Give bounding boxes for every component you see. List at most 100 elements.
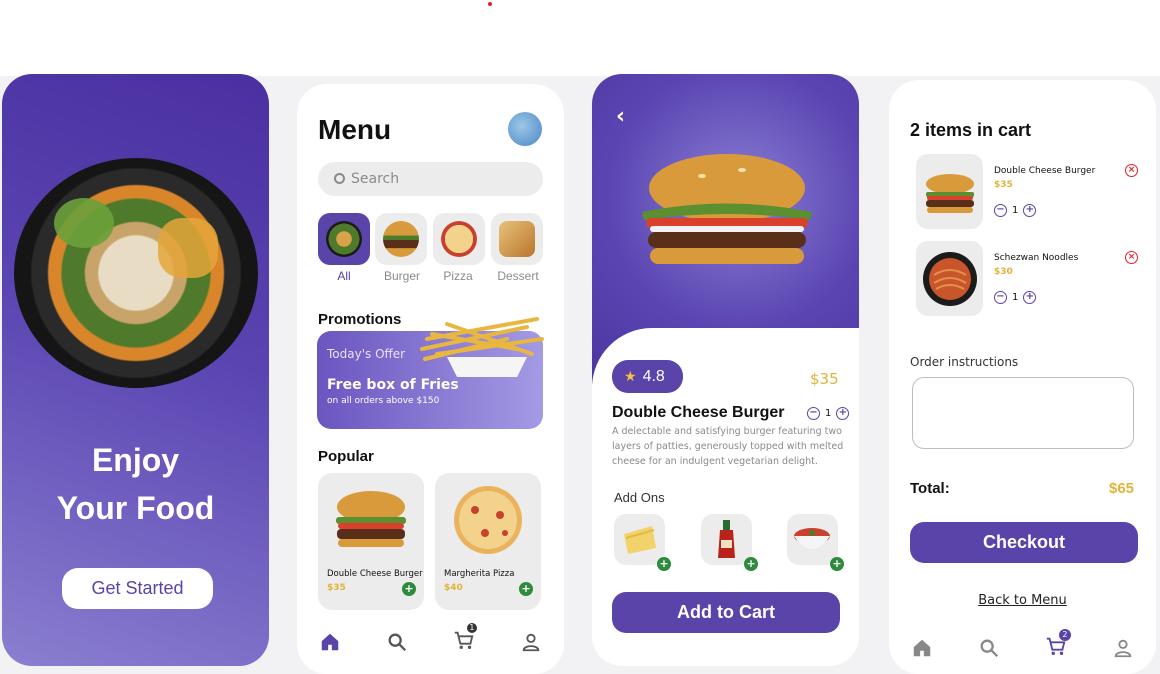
popular-item[interactable]: Double Cheese Burger $35 + (318, 473, 424, 610)
fries-icon (420, 317, 544, 377)
burger-icon (926, 174, 974, 213)
remove-item-icon[interactable]: × (1125, 251, 1138, 264)
cart-item-thumb (916, 154, 983, 229)
increment-button[interactable]: + (1023, 291, 1037, 304)
cart-item-name: Double Cheese Burger (994, 166, 1096, 176)
back-chevron-icon[interactable]: ‹ (616, 104, 625, 129)
category-label-pizza: Pizza (443, 269, 473, 283)
profile-icon[interactable] (520, 631, 542, 653)
detail-price: $35 (810, 370, 839, 388)
search-icon[interactable] (386, 631, 408, 653)
addon-item[interactable]: + (614, 514, 671, 571)
back-to-menu-link[interactable]: Back to Menu (889, 593, 1156, 608)
avatar[interactable] (508, 112, 542, 146)
addons-heading: Add Ons (614, 490, 665, 505)
star-icon: ★ (624, 368, 637, 384)
addon-item[interactable]: + (701, 514, 758, 571)
add-addon-button[interactable]: + (744, 557, 758, 571)
bottom-nav: 2 (889, 628, 1156, 668)
pizza-icon (441, 221, 477, 257)
category-all[interactable] (318, 213, 370, 265)
ketchup-bottle-icon (718, 520, 735, 558)
cart-nav[interactable]: 1 (453, 623, 477, 655)
increment-button[interactable]: + (836, 407, 850, 420)
burger-image (642, 154, 812, 264)
quantity-value: 1 (1012, 292, 1019, 303)
welcome-title: Enjoy Your Food (2, 436, 269, 532)
burger-icon (383, 221, 419, 257)
food-bowl-image (14, 158, 258, 388)
popular-item-price: $35 (327, 583, 346, 593)
category-dessert[interactable] (491, 213, 543, 265)
get-started-button[interactable]: Get Started (62, 568, 213, 609)
welcome-title-line2: Your Food (56, 490, 215, 526)
category-burger[interactable] (375, 213, 427, 265)
add-addon-button[interactable]: + (830, 557, 844, 571)
profile-icon[interactable] (1112, 637, 1134, 659)
decrement-button[interactable]: − (994, 204, 1007, 217)
category-label-all: All (337, 269, 351, 283)
menu-screen: Menu Search All Burger Pizza Dessert Pro… (297, 84, 564, 674)
home-icon[interactable] (911, 637, 933, 659)
quantity-stepper: − 1 + (994, 204, 1037, 217)
add-addon-button[interactable]: + (657, 557, 671, 571)
total-label: Total: (910, 480, 950, 497)
detail-description: A delectable and satisfying burger featu… (612, 426, 844, 467)
checkout-button[interactable]: Checkout (910, 522, 1138, 563)
category-label-burger: Burger (383, 269, 421, 283)
category-label-dessert: Dessert (497, 269, 539, 283)
add-to-cart-button[interactable]: Add to Cart (612, 592, 840, 633)
home-icon[interactable] (319, 631, 341, 653)
popular-item-name: Margherita Pizza (444, 569, 515, 579)
quantity-stepper: − 1 + (994, 291, 1037, 304)
search-input[interactable]: Search (318, 162, 543, 196)
noodles-bowl-icon (923, 252, 977, 306)
bowl-icon (326, 221, 362, 257)
cart-item-thumb (916, 241, 983, 316)
quantity-stepper: − 1 + (807, 407, 850, 420)
order-instructions-input[interactable] (912, 377, 1134, 449)
popular-item[interactable]: Margherita Pizza $40 + (435, 473, 541, 610)
total-value: $65 (1109, 480, 1135, 497)
cart-item: Double Cheese Burger $35 − 1 + × (916, 154, 1146, 230)
detail-screen: ‹ ★ 4.8 $35 Double Cheese Burger − 1 + A … (592, 74, 859, 666)
category-pizza[interactable] (433, 213, 485, 265)
welcome-screen: Enjoy Your Food Get Started (2, 74, 269, 666)
cart-badge: 1 (466, 623, 477, 633)
search-icon[interactable] (978, 637, 1000, 659)
burger-icon (336, 491, 406, 547)
promo-kicker: Today's Offer (327, 347, 406, 361)
rating-badge: ★ 4.8 (612, 360, 683, 393)
promo-headline: Free box of Fries (327, 377, 459, 393)
promo-subline: on all orders above $150 (327, 396, 440, 406)
menu-title: Menu (318, 114, 392, 145)
welcome-title-line1: Enjoy (91, 442, 180, 478)
cart-item-price: $35 (994, 180, 1013, 190)
remove-item-icon[interactable]: × (1125, 164, 1138, 177)
popular-heading: Popular (318, 448, 374, 465)
cart-item-name: Schezwan Noodles (994, 253, 1079, 263)
quantity-value: 1 (1012, 205, 1019, 216)
increment-button[interactable]: + (1023, 204, 1037, 217)
promotions-heading: Promotions (318, 311, 402, 328)
addon-item[interactable]: + (787, 514, 844, 571)
search-icon (334, 173, 345, 184)
add-item-button[interactable]: + (402, 582, 416, 596)
popular-item-name: Double Cheese Burger (327, 569, 423, 579)
salsa-bowl-icon (794, 528, 830, 549)
pizza-icon (454, 486, 522, 554)
cart-item: Schezwan Noodles $30 − 1 + × (916, 241, 1146, 317)
decrement-button[interactable]: − (807, 407, 820, 420)
bottom-nav: 1 (297, 622, 564, 662)
cart-item-price: $30 (994, 267, 1013, 277)
red-dot-icon (488, 2, 492, 6)
dessert-icon (499, 221, 535, 257)
decrement-button[interactable]: − (994, 291, 1007, 304)
order-instructions-label: Order instructions (910, 355, 1019, 369)
cart-title: 2 items in cart (910, 120, 1032, 140)
rating-value: 4.8 (642, 368, 665, 385)
cart-nav[interactable]: 2 (1045, 629, 1071, 661)
cart-screen: 2 items in cart Double Cheese Burger $35… (889, 80, 1156, 674)
add-item-button[interactable]: + (519, 582, 533, 596)
cart-badge: 2 (1058, 629, 1071, 641)
